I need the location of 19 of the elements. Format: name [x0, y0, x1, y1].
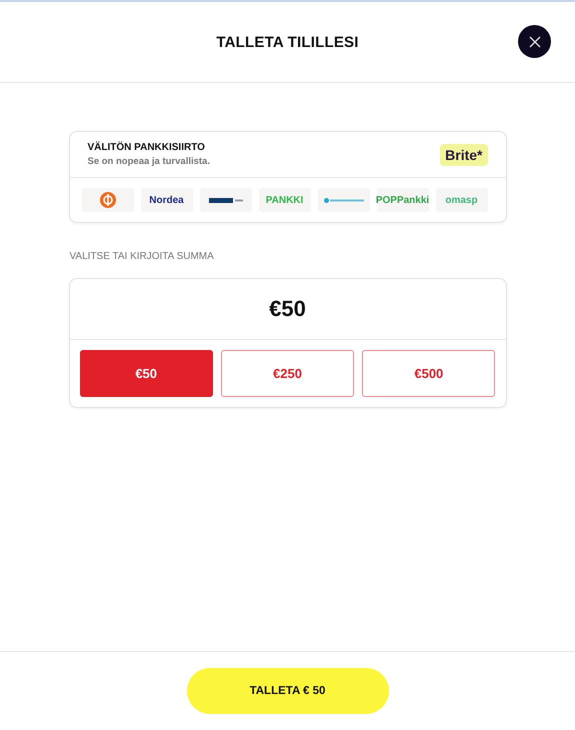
- bank-logo: PANKKI: [258, 188, 310, 212]
- circle-logo-icon: [100, 192, 116, 208]
- amount-option[interactable]: €50: [80, 350, 213, 397]
- bank-logo: omasp: [436, 188, 488, 212]
- bank-logo: Nordea: [140, 188, 192, 212]
- deposit-button[interactable]: TALLETA € 50: [186, 668, 388, 714]
- amount-label: VALITSE TAI KIRJOITA SUMMA: [70, 251, 215, 262]
- amount-value: €50: [70, 279, 506, 340]
- bank-logo: POPPankki: [376, 188, 428, 212]
- close-button[interactable]: [518, 25, 551, 58]
- amount-option[interactable]: €500: [362, 350, 496, 397]
- provider-logo: Brite*: [440, 144, 488, 166]
- amount-option[interactable]: €250: [220, 350, 354, 397]
- bar-logo-icon: [208, 198, 242, 202]
- bar-logo-icon: [324, 198, 364, 202]
- transfer-title: VÄLITÖN PANKKISIIRTO: [88, 142, 206, 153]
- close-icon: [528, 36, 540, 48]
- dialog-title: TALLETA TILILLESI: [216, 34, 359, 50]
- transfer-subtitle: Se on nopeaa ja turvallista.: [88, 156, 210, 167]
